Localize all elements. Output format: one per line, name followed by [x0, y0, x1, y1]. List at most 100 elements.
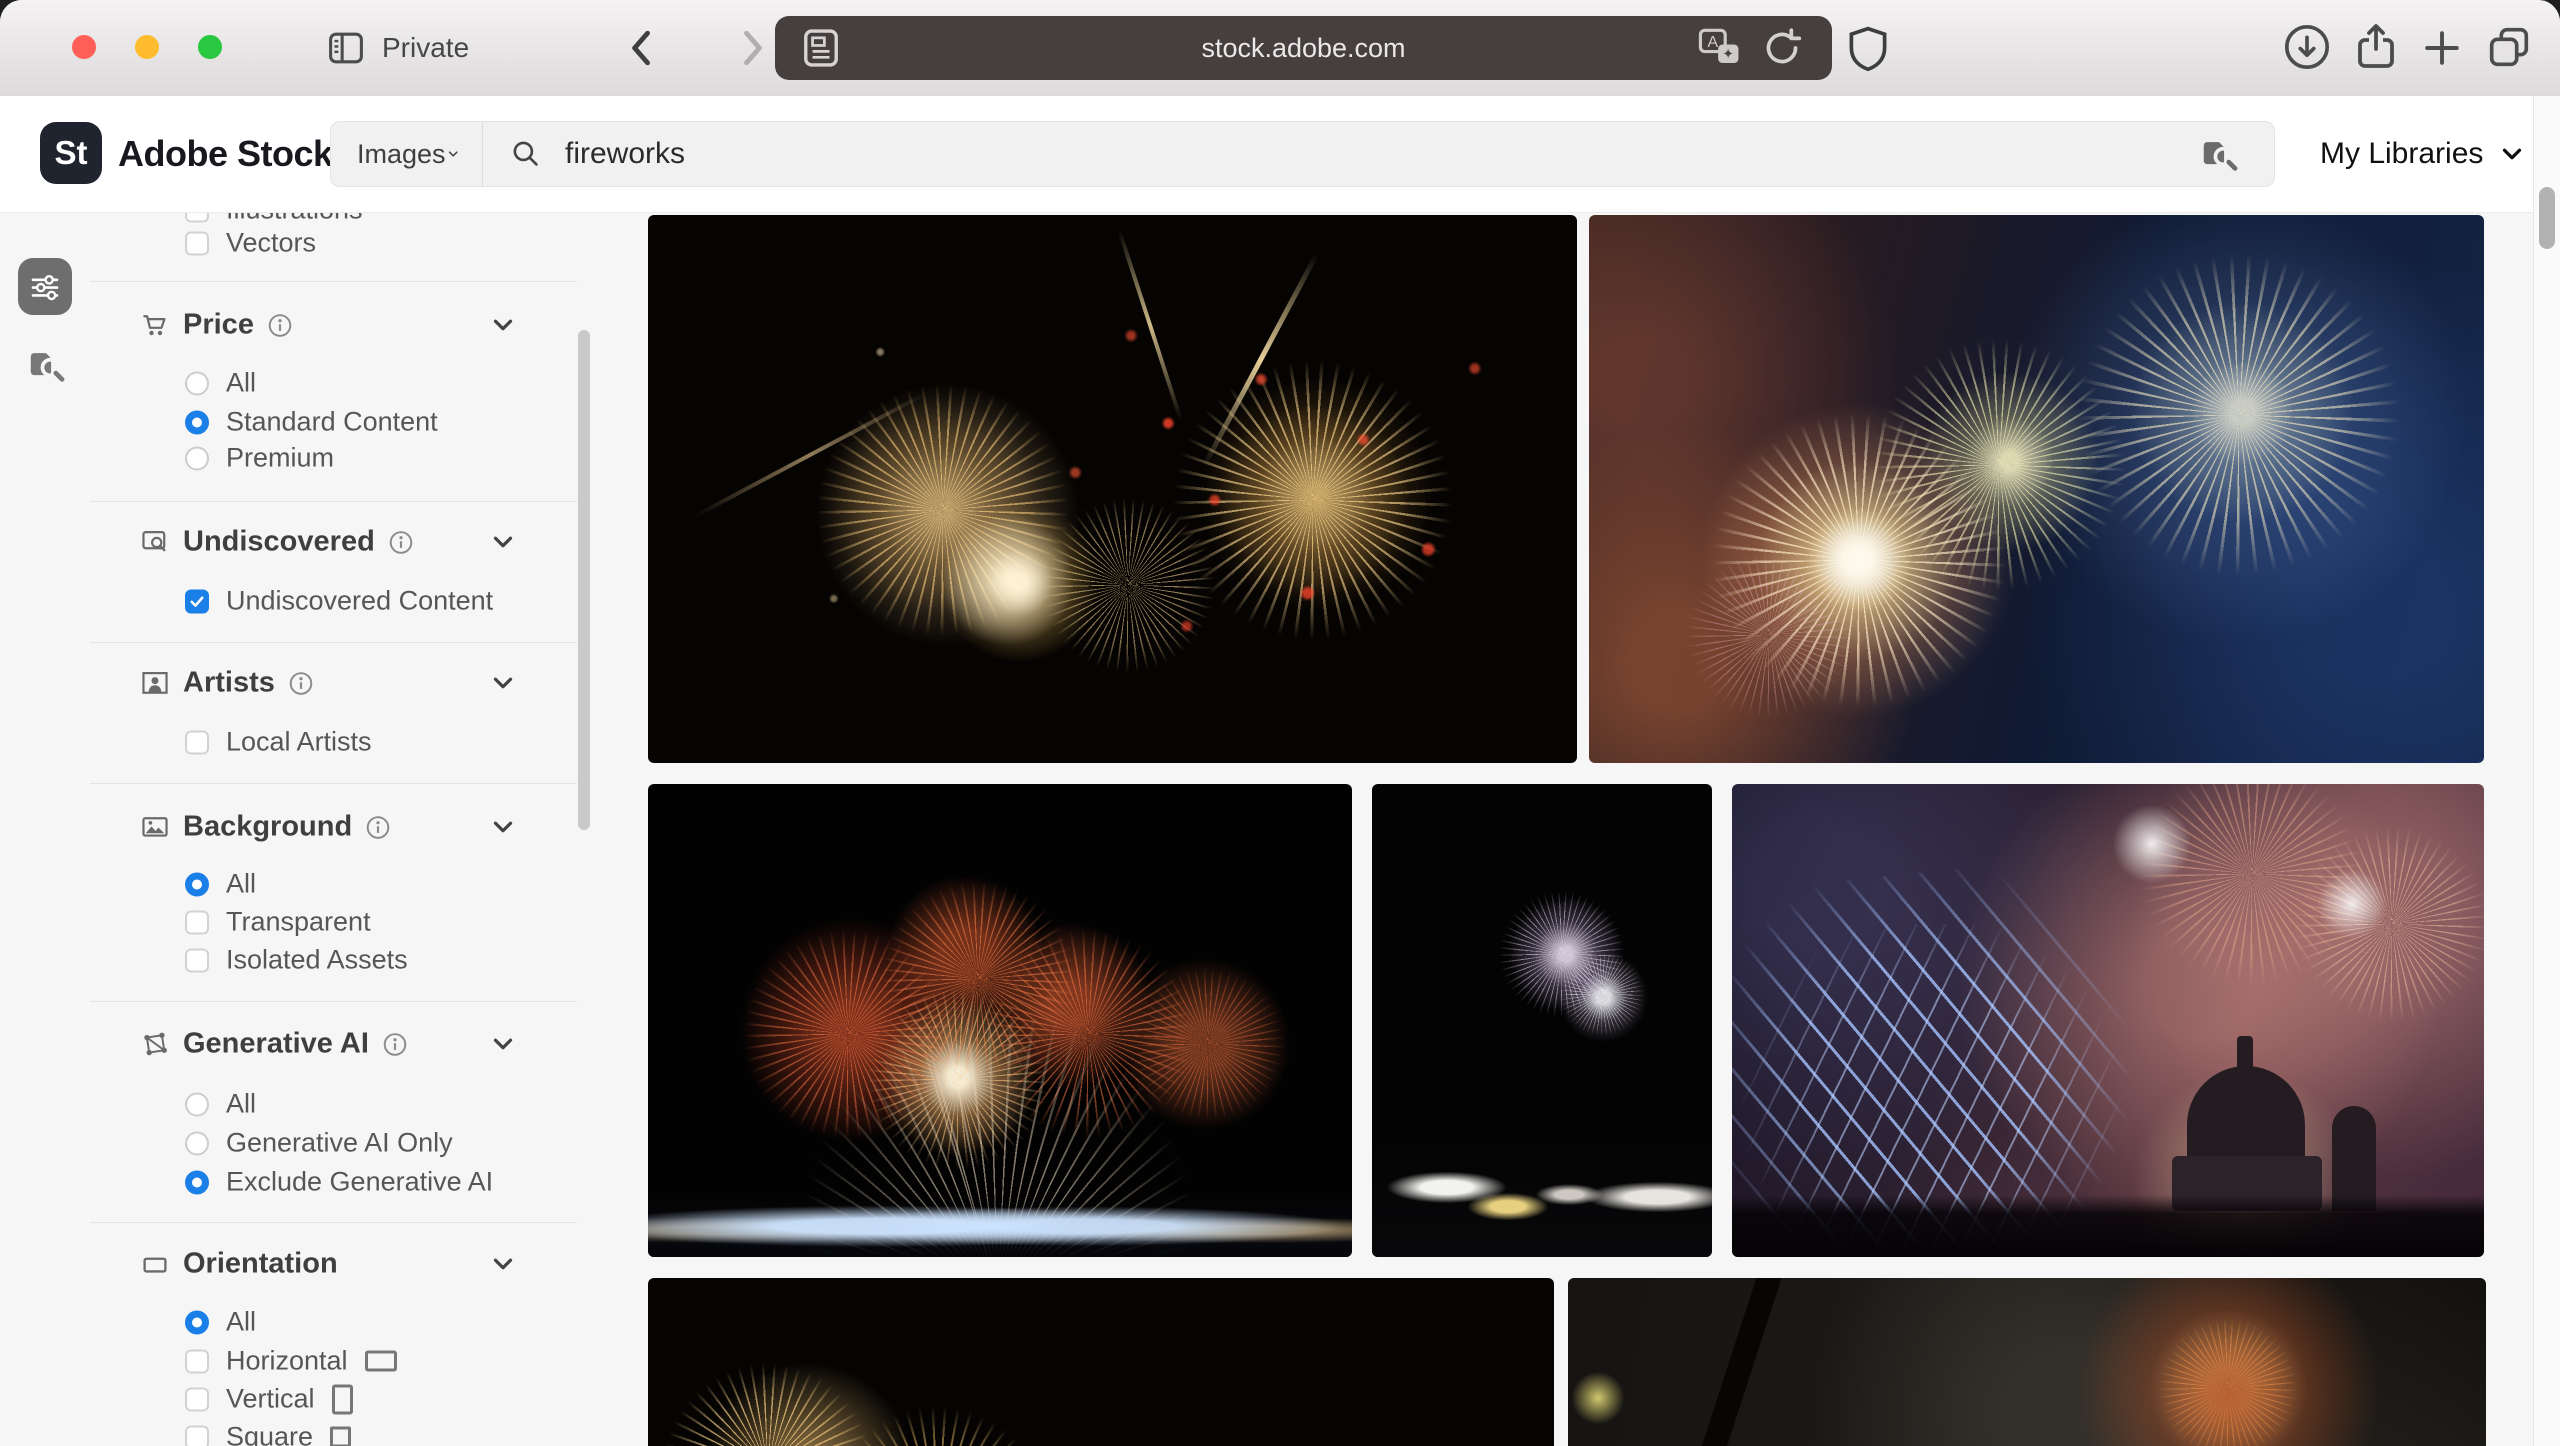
search-input[interactable]: fireworks [483, 137, 2164, 171]
chevron-down-icon[interactable] [488, 668, 518, 698]
search-result-image-4[interactable] [1372, 784, 1712, 1257]
filters-icon [27, 269, 63, 305]
adobe-stock-logo[interactable]: St [40, 122, 102, 184]
checkbox-icon[interactable] [185, 1387, 209, 1411]
zoom-window-button[interactable] [198, 35, 222, 59]
filter-option-price-all[interactable]: All [185, 368, 256, 399]
filter-option-isolated-assets[interactable]: Isolated Assets [185, 945, 408, 976]
radio-checked-icon[interactable] [185, 872, 209, 896]
new-tab-icon[interactable] [2418, 24, 2466, 72]
svg-text:✦: ✦ [1722, 46, 1734, 62]
radio-icon[interactable] [185, 371, 209, 395]
image-icon [140, 812, 170, 842]
filter-option-genai-only[interactable]: Generative AI Only [185, 1128, 453, 1159]
fireworks-burst [1542, 934, 1662, 1054]
search-bar: Images fireworks [330, 121, 2275, 187]
checkbox-icon[interactable] [185, 212, 209, 222]
checkbox-checked-icon[interactable] [185, 589, 209, 613]
radio-icon[interactable] [185, 446, 209, 470]
filter-option-exclude-genai[interactable]: Exclude Generative AI [185, 1167, 493, 1198]
info-icon[interactable] [288, 670, 314, 696]
checkbox-icon[interactable] [185, 1349, 209, 1373]
filter-section-orientation[interactable]: Orientation [140, 1248, 338, 1281]
my-libraries-dropdown[interactable]: My Libraries [2320, 96, 2527, 212]
filter-option-premium[interactable]: Premium [185, 443, 334, 474]
chevron-down-icon[interactable] [488, 1249, 518, 1279]
checkbox-icon[interactable] [185, 231, 209, 255]
filter-option-vectors[interactable]: Vectors [185, 228, 316, 259]
checkbox-icon[interactable] [185, 730, 209, 754]
forward-button[interactable] [728, 24, 776, 72]
filter-option-illustrations-clipped[interactable]: Illustrations [185, 212, 363, 226]
search-result-image-3[interactable] [648, 784, 1352, 1257]
image-search-icon [2197, 132, 2241, 176]
filter-section-price[interactable]: Price [140, 309, 293, 342]
url-field[interactable]: stock.adobe.com A ✦ [775, 16, 1832, 80]
divider [90, 501, 577, 502]
filter-scrollbar-thumb[interactable] [578, 330, 590, 830]
translate-icon[interactable]: A ✦ [1696, 25, 1742, 71]
filter-section-generative-ai[interactable]: Generative AI [140, 1028, 408, 1061]
chevron-down-icon[interactable] [488, 527, 518, 557]
divider [90, 1222, 577, 1223]
chevron-down-icon[interactable] [488, 812, 518, 842]
sidebar-toggle-icon[interactable] [326, 28, 366, 68]
checkbox-icon[interactable] [185, 948, 209, 972]
downloads-icon[interactable] [2282, 22, 2332, 72]
close-window-button[interactable] [72, 35, 96, 59]
search-result-image-5[interactable] [1732, 784, 2484, 1257]
browser-toolbar: Private stock.adobe.com A ✦ [0, 0, 2560, 97]
info-icon[interactable] [382, 1031, 408, 1057]
radio-icon[interactable] [185, 1131, 209, 1155]
filter-option-local-artists[interactable]: Local Artists [185, 727, 372, 758]
visual-search-button[interactable] [2164, 122, 2274, 186]
radio-checked-icon[interactable] [185, 1310, 209, 1334]
radio-icon[interactable] [185, 1092, 209, 1116]
filters-toggle-button[interactable] [18, 258, 72, 315]
search-result-image-6[interactable] [648, 1278, 1554, 1446]
filter-option-horizontal[interactable]: Horizontal [185, 1346, 397, 1377]
radio-checked-icon[interactable] [185, 410, 209, 434]
privacy-shield-icon[interactable] [1844, 24, 1892, 72]
filter-section-background[interactable]: Background [140, 811, 391, 844]
search-result-image-1[interactable] [648, 215, 1577, 763]
search-query-text: fireworks [565, 137, 685, 171]
filter-option-orientation-all[interactable]: All [185, 1307, 256, 1338]
search-category-dropdown[interactable]: Images [331, 122, 483, 186]
share-icon[interactable] [2350, 20, 2402, 72]
back-button[interactable] [618, 24, 666, 72]
visual-search-rail-icon[interactable] [24, 343, 68, 387]
vertical-rect-icon [332, 1384, 353, 1414]
filter-option-square[interactable]: Square [185, 1422, 351, 1446]
filter-option-vertical[interactable]: Vertical [185, 1384, 353, 1415]
filter-option-background-all[interactable]: All [185, 869, 256, 900]
minimize-window-button[interactable] [135, 35, 159, 59]
horizontal-rect-icon [365, 1351, 397, 1372]
filter-option-genai-all[interactable]: All [185, 1089, 256, 1120]
search-result-image-7[interactable] [1568, 1278, 2486, 1446]
info-icon[interactable] [388, 529, 414, 555]
radio-checked-icon[interactable] [185, 1170, 209, 1194]
filter-option-transparent[interactable]: Transparent [185, 907, 371, 938]
tab-overview-icon[interactable] [2484, 22, 2534, 72]
filter-option-undiscovered-content[interactable]: Undiscovered Content [185, 586, 493, 617]
checkbox-icon[interactable] [185, 1425, 209, 1446]
page-scrollbar-track[interactable] [2533, 96, 2560, 1446]
page-scrollbar-thumb[interactable] [2539, 187, 2555, 249]
fireworks-glow [2312, 864, 2392, 944]
checkbox-icon[interactable] [185, 910, 209, 934]
orientation-icon [140, 1249, 170, 1279]
content-area: Illustrations Vectors Price [0, 212, 2560, 1446]
info-icon[interactable] [267, 312, 293, 338]
info-icon[interactable] [365, 814, 391, 840]
filter-panel: Illustrations Vectors Price [90, 212, 610, 1446]
chevron-down-icon[interactable] [488, 310, 518, 340]
chevron-down-icon[interactable] [488, 1029, 518, 1059]
reload-icon[interactable] [1760, 26, 1804, 70]
fireworks-glow [2107, 799, 2197, 889]
filter-option-standard-content[interactable]: Standard Content [185, 407, 438, 438]
private-browsing-badge: Private [382, 32, 469, 64]
filter-section-artists[interactable]: Artists [140, 667, 314, 700]
search-result-image-2[interactable] [1589, 215, 2484, 763]
filter-section-undiscovered[interactable]: Undiscovered [140, 526, 414, 559]
